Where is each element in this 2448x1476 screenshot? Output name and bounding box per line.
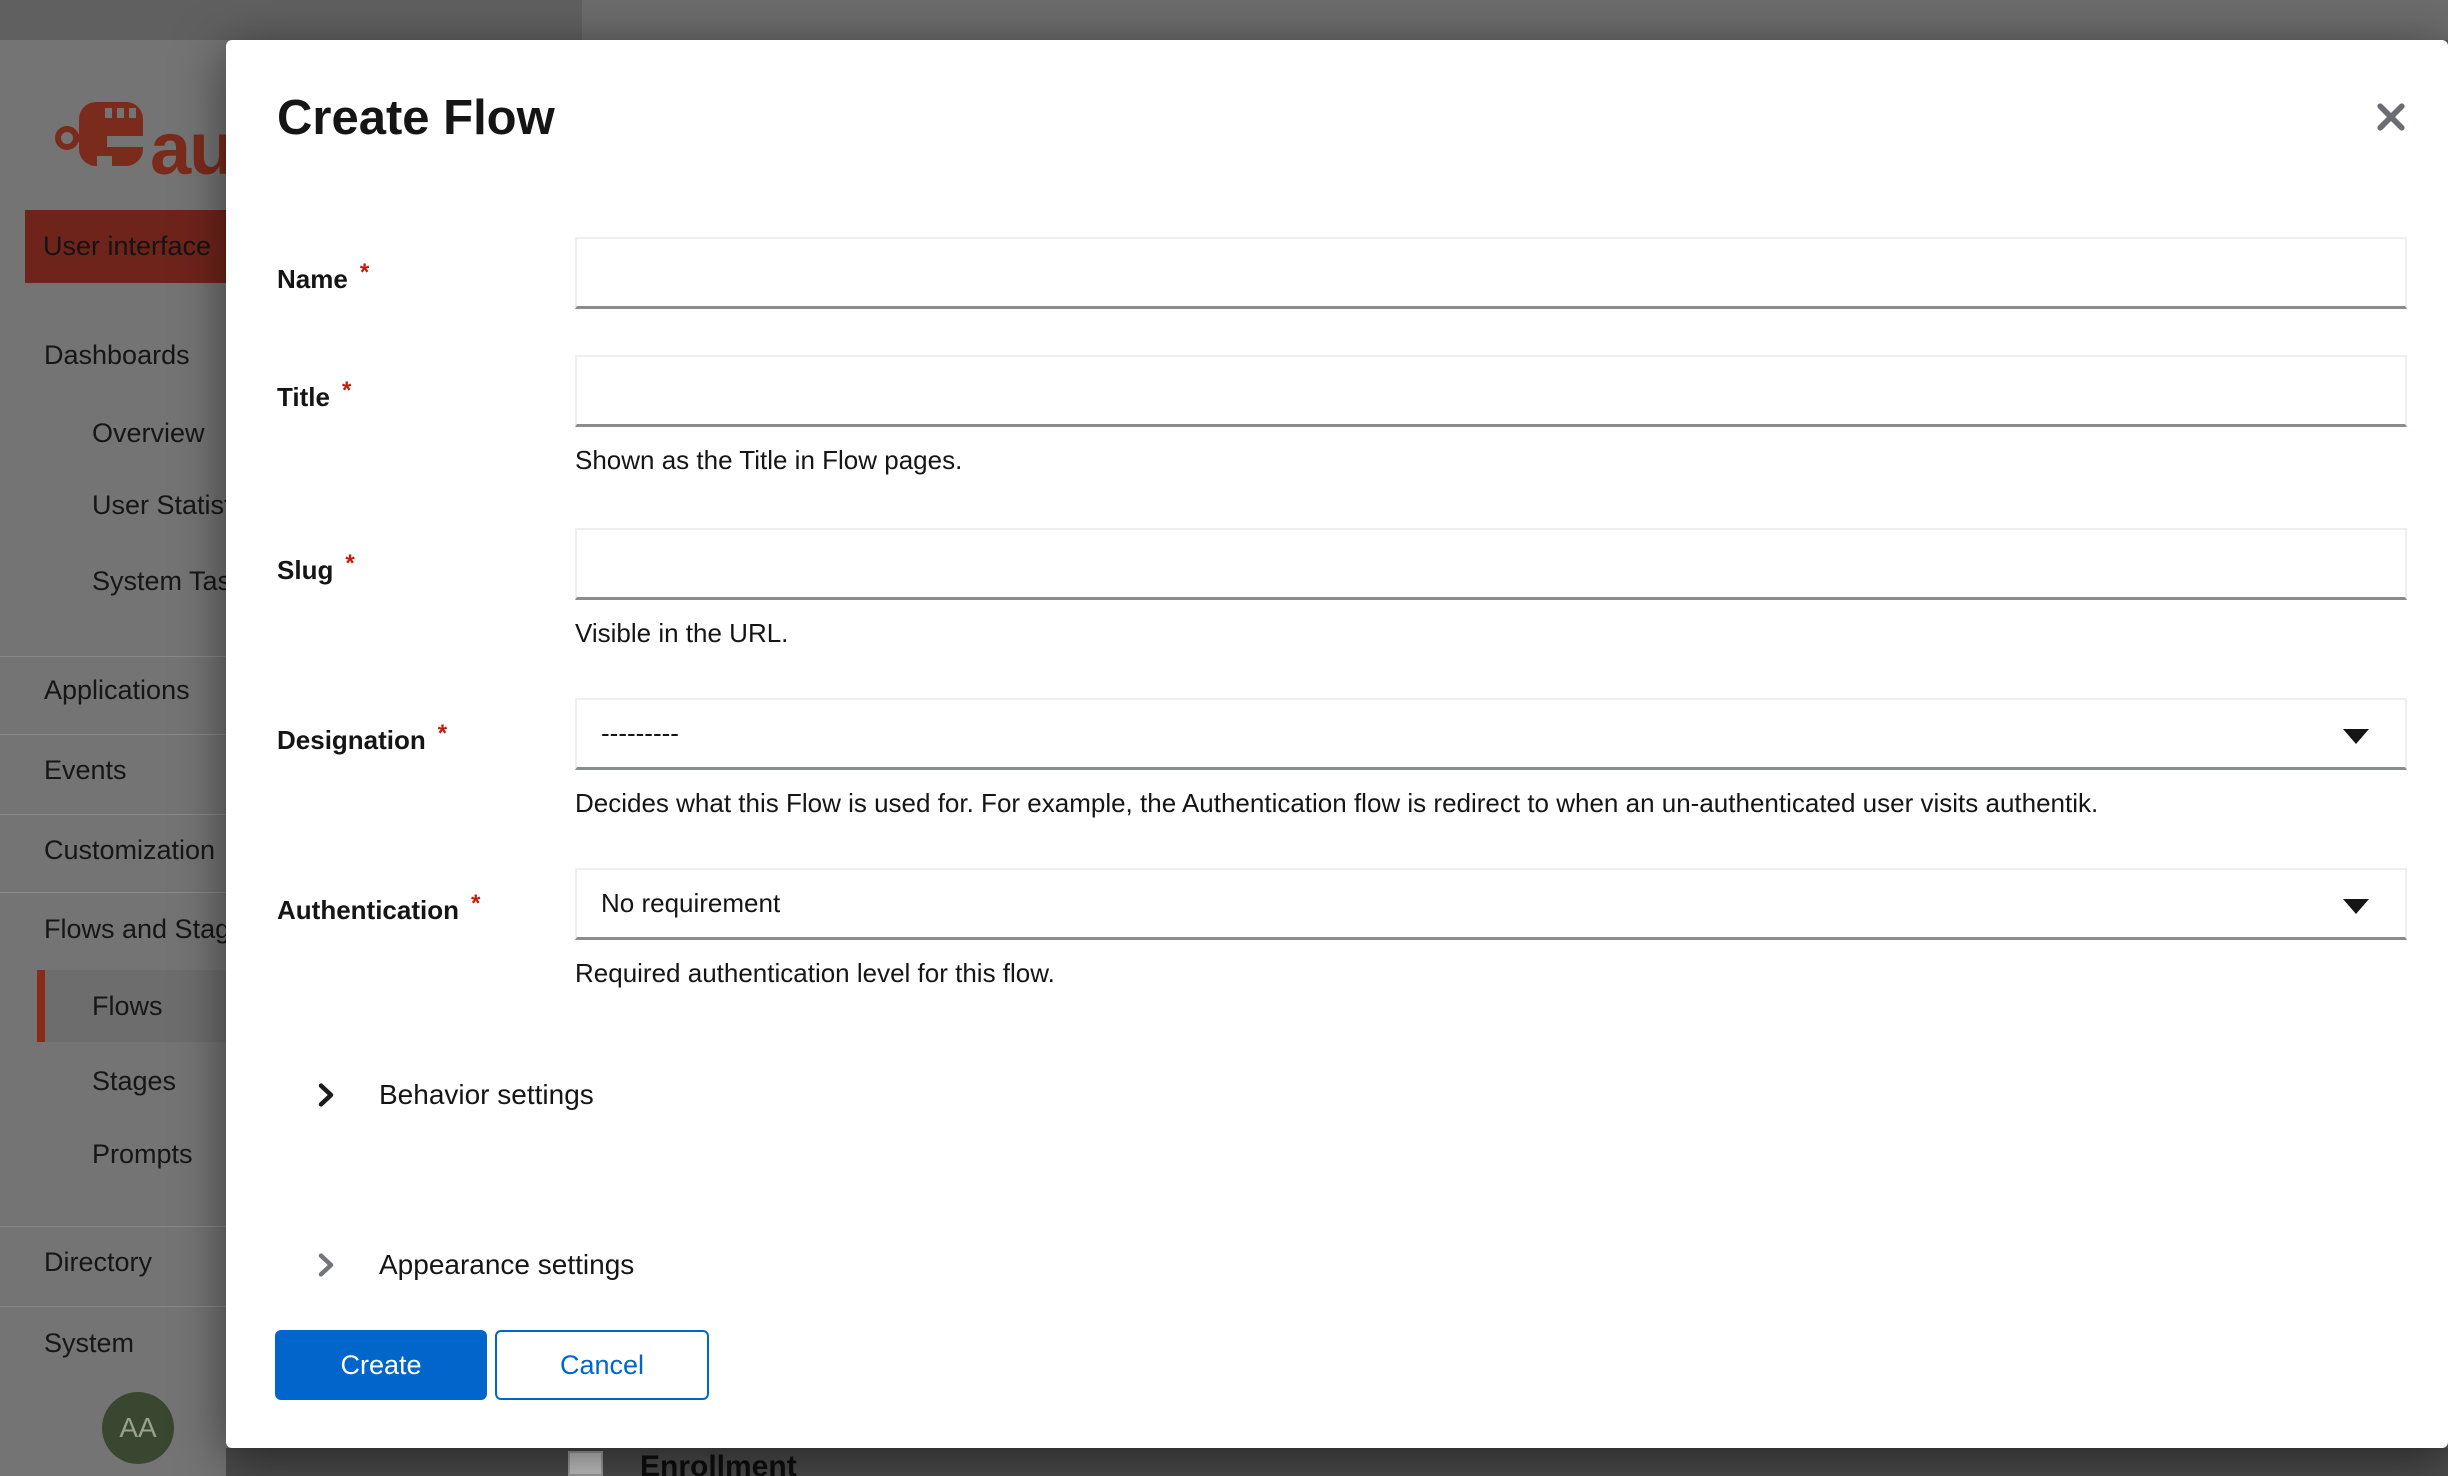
designation-selected-value: --------- [601,718,679,749]
sidebar-item-applications[interactable]: Applications [44,673,190,707]
page-header-dimmed-right [582,0,2448,40]
user-avatar[interactable]: AA [102,1392,174,1464]
title-helper-text: Shown as the Title in Flow pages. [575,443,962,477]
behavior-settings-expander[interactable]: Behavior settings [311,1060,594,1130]
designation-select[interactable]: --------- [575,698,2407,770]
create-button[interactable]: Create [275,1330,487,1400]
slug-label: Slug* [277,528,567,606]
close-icon[interactable] [2372,98,2410,136]
sidebar-item-prompts[interactable]: Prompts [92,1137,193,1171]
background-section-heading: Enrollment [640,1450,797,1476]
authentication-helper-text: Required authentication level for this f… [575,956,1055,990]
name-label: Name* [277,237,567,315]
sidebar-item-overview[interactable]: Overview [92,416,205,450]
title-input[interactable] [575,355,2407,427]
authentication-select[interactable]: No requirement [575,868,2407,940]
authentik-logo-icon [55,100,147,172]
background-page-strip [226,1448,2448,1476]
title-label: Title* [277,355,567,433]
required-asterisk: * [471,890,480,917]
page-header-dimmed-left [0,0,582,40]
required-asterisk: * [360,259,369,286]
designation-helper-text: Decides what this Flow is used for. For … [575,786,2098,820]
required-asterisk: * [345,550,354,577]
sidebar-item-customization[interactable]: Customization [44,833,215,867]
modal-title: Create Flow [277,90,555,146]
sidebar-item-stages[interactable]: Stages [92,1064,176,1098]
chevron-right-icon [311,1080,341,1110]
slug-input[interactable] [575,528,2407,600]
sidebar-item-dashboards[interactable]: Dashboards [44,338,190,372]
cancel-button[interactable]: Cancel [495,1330,709,1400]
caret-down-icon [2343,899,2369,914]
expander-label: Appearance settings [379,1249,634,1281]
active-indicator-bar [37,970,45,1042]
screen: au User interface Dashboards Overview Us… [0,0,2448,1476]
designation-label: Designation* [277,698,567,776]
sidebar-item-directory[interactable]: Directory [44,1245,152,1279]
expander-label: Behavior settings [379,1079,594,1111]
create-flow-modal: Create Flow Name* Title* Shown as the Ti… [226,40,2448,1448]
authentik-wordmark: au [150,106,232,191]
flow-background-thumbnail [568,1451,603,1476]
authentication-label: Authentication* [277,868,567,946]
sidebar-item-events[interactable]: Events [44,753,127,787]
slug-helper-text: Visible in the URL. [575,616,788,650]
sidebar-item-system[interactable]: System [44,1326,134,1360]
caret-down-icon [2343,729,2369,744]
appearance-settings-expander[interactable]: Appearance settings [311,1230,634,1300]
required-asterisk: * [438,720,447,747]
name-input[interactable] [575,237,2407,309]
required-asterisk: * [342,377,351,404]
authentication-selected-value: No requirement [601,888,780,919]
chevron-right-icon [311,1250,341,1280]
sidebar-item-flows[interactable]: Flows [92,989,163,1023]
